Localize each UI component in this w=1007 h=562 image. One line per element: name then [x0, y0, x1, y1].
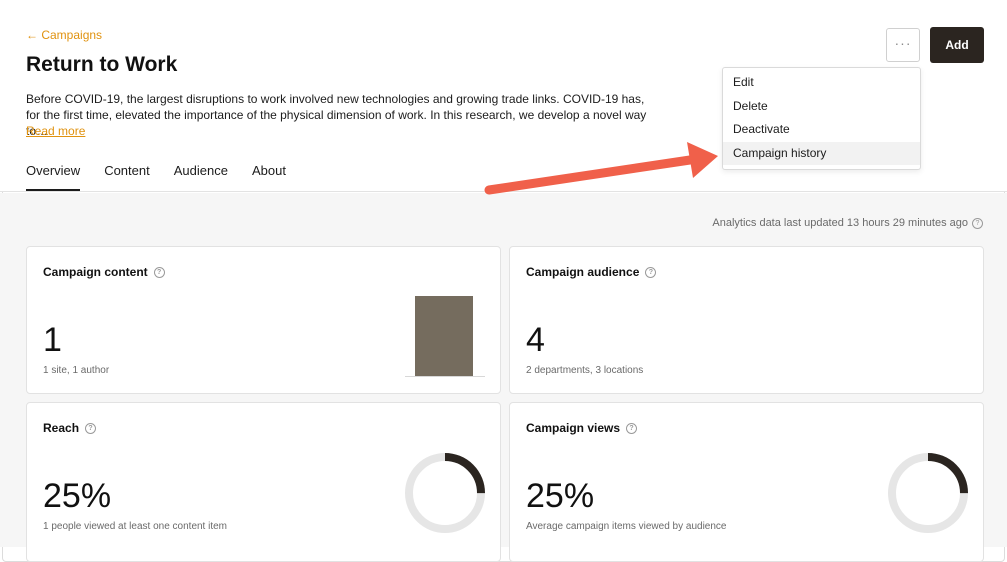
card-subtitle: 1 people viewed at least one content ite…	[43, 521, 228, 532]
arrow-left-icon: ←	[26, 28, 38, 42]
help-icon[interactable]: ?	[645, 266, 657, 278]
chart-bar	[415, 296, 473, 376]
analytics-note-text: Analytics data last updated 13 hours 29 …	[712, 217, 968, 229]
card-title-text: Campaign audience	[526, 265, 640, 279]
card-title: Reach ?	[43, 421, 97, 435]
menu-item-deactivate[interactable]: Deactivate	[723, 118, 920, 141]
tab-content[interactable]: Content	[104, 156, 150, 189]
card-value: 1	[43, 321, 62, 359]
more-options-menu: Edit Delete Deactivate Campaign history	[722, 67, 921, 170]
help-icon[interactable]: ?	[153, 266, 165, 278]
reach-donut-chart	[405, 453, 485, 533]
add-button[interactable]: Add	[930, 27, 984, 63]
menu-item-delete[interactable]: Delete	[723, 95, 920, 118]
page-title: Return to Work	[26, 53, 178, 76]
read-more-link[interactable]: Read more	[26, 124, 85, 138]
menu-item-campaign-history[interactable]: Campaign history	[723, 142, 920, 165]
menu-item-edit[interactable]: Edit	[723, 71, 920, 94]
campaign-audience-card: Campaign audience ? 4 2 departments, 3 l…	[509, 246, 984, 394]
card-title: Campaign audience ?	[526, 265, 657, 279]
card-value: 4	[526, 321, 545, 359]
tab-audience[interactable]: Audience	[174, 156, 228, 189]
card-title-text: Campaign content	[43, 265, 148, 279]
card-subtitle: 1 site, 1 author	[43, 365, 110, 376]
more-options-button[interactable]: ···	[886, 28, 920, 62]
tab-bar: Overview Content Audience About	[26, 156, 310, 192]
card-title: Campaign content ?	[43, 265, 165, 279]
ellipsis-icon: ···	[894, 35, 912, 51]
card-value: 25%	[526, 477, 595, 515]
campaign-description: Before COVID-19, the largest disruptions…	[26, 92, 647, 138]
card-subtitle: 2 departments, 3 locations	[526, 365, 644, 376]
views-donut-chart	[888, 453, 968, 533]
card-value: 25%	[43, 477, 112, 515]
help-icon[interactable]: ?	[626, 422, 638, 434]
campaign-views-card: Campaign views ? 25% Average campaign it…	[509, 402, 984, 562]
card-title: Campaign views ?	[526, 421, 638, 435]
campaign-content-card: Campaign content ? 1 1 site, 1 author	[26, 246, 501, 394]
chart-baseline	[405, 376, 485, 377]
card-subtitle: Average campaign items viewed by audienc…	[526, 521, 727, 532]
reach-card: Reach ? 25% 1 people viewed at least one…	[26, 402, 501, 562]
analytics-updated-note: Analytics data last updated 13 hours 29 …	[712, 217, 983, 229]
help-icon[interactable]: ?	[972, 217, 983, 229]
breadcrumb-back-link[interactable]: ← Campaigns	[26, 28, 102, 42]
help-icon[interactable]: ?	[85, 422, 97, 434]
tab-about[interactable]: About	[252, 156, 286, 189]
tab-overview[interactable]: Overview	[26, 156, 81, 191]
card-title-text: Campaign views	[526, 421, 621, 435]
tabs-divider	[0, 191, 1007, 192]
card-title-text: Reach	[43, 421, 80, 435]
breadcrumb-label: Campaigns	[41, 28, 103, 42]
